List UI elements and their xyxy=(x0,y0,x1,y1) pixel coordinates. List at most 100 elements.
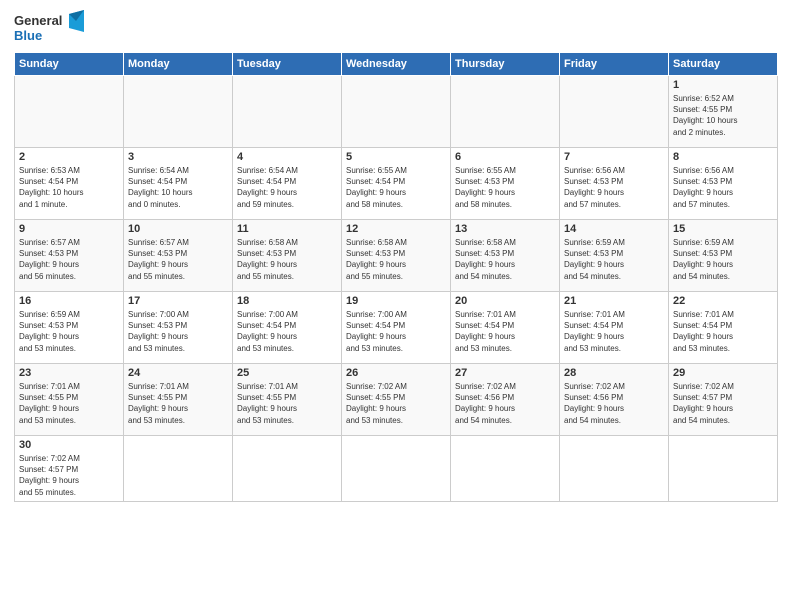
day-number: 13 xyxy=(455,223,555,235)
calendar-cell xyxy=(342,436,451,502)
calendar-cell xyxy=(124,76,233,148)
calendar-cell: 29 Sunrise: 7:02 AM Sunset: 4:57 PM Dayli… xyxy=(669,364,778,436)
day-number: 8 xyxy=(673,151,773,163)
day-number: 21 xyxy=(564,295,664,307)
weekday-header-saturday: Saturday xyxy=(669,53,778,76)
calendar-week-row: 9 Sunrise: 6:57 AM Sunset: 4:53 PM Daylig… xyxy=(15,220,778,292)
calendar-cell: 23 Sunrise: 7:01 AM Sunset: 4:55 PM Dayli… xyxy=(15,364,124,436)
calendar-cell xyxy=(124,436,233,502)
calendar-week-row: 2Sunrise: 6:53 AM Sunset: 4:54 PM Daylig… xyxy=(15,148,778,220)
calendar-cell xyxy=(342,76,451,148)
calendar-cell: 11 Sunrise: 6:58 AM Sunset: 4:53 PM Dayli… xyxy=(233,220,342,292)
calendar-week-row: 30 Sunrise: 7:02 AM Sunset: 4:57 PM Dayli… xyxy=(15,436,778,502)
calendar-cell: 2Sunrise: 6:53 AM Sunset: 4:54 PM Daylig… xyxy=(15,148,124,220)
day-info: Sunrise: 6:56 AM Sunset: 4:53 PM Dayligh… xyxy=(564,165,664,210)
day-info: Sunrise: 7:01 AM Sunset: 4:54 PM Dayligh… xyxy=(455,309,555,354)
calendar-cell: 3Sunrise: 6:54 AM Sunset: 4:54 PM Daylig… xyxy=(124,148,233,220)
day-number: 16 xyxy=(19,295,119,307)
day-number: 28 xyxy=(564,367,664,379)
calendar-cell: 24Sunrise: 7:01 AM Sunset: 4:55 PM Dayli… xyxy=(124,364,233,436)
day-info: Sunrise: 7:00 AM Sunset: 4:53 PM Dayligh… xyxy=(128,309,228,354)
day-info: Sunrise: 7:01 AM Sunset: 4:54 PM Dayligh… xyxy=(564,309,664,354)
calendar-cell: 17 Sunrise: 7:00 AM Sunset: 4:53 PM Dayli… xyxy=(124,292,233,364)
day-number: 11 xyxy=(237,223,337,235)
day-number: 25 xyxy=(237,367,337,379)
day-info: Sunrise: 6:58 AM Sunset: 4:53 PM Dayligh… xyxy=(455,237,555,282)
day-number: 26 xyxy=(346,367,446,379)
day-number: 22 xyxy=(673,295,773,307)
calendar-week-row: 23 Sunrise: 7:01 AM Sunset: 4:55 PM Dayli… xyxy=(15,364,778,436)
day-info: Sunrise: 6:57 AM Sunset: 4:53 PM Dayligh… xyxy=(19,237,119,282)
day-info: Sunrise: 6:53 AM Sunset: 4:54 PM Dayligh… xyxy=(19,165,119,210)
calendar-cell: 13 Sunrise: 6:58 AM Sunset: 4:53 PM Dayli… xyxy=(451,220,560,292)
day-number: 4 xyxy=(237,151,337,163)
calendar-cell xyxy=(669,436,778,502)
calendar-cell: 9 Sunrise: 6:57 AM Sunset: 4:53 PM Daylig… xyxy=(15,220,124,292)
day-info: Sunrise: 6:52 AM Sunset: 4:55 PM Dayligh… xyxy=(673,93,773,138)
calendar-cell: 10 Sunrise: 6:57 AM Sunset: 4:53 PM Dayli… xyxy=(124,220,233,292)
day-number: 19 xyxy=(346,295,446,307)
day-number: 7 xyxy=(564,151,664,163)
day-number: 20 xyxy=(455,295,555,307)
calendar-cell: 16 Sunrise: 6:59 AM Sunset: 4:53 PM Dayli… xyxy=(15,292,124,364)
calendar-cell xyxy=(451,436,560,502)
day-info: Sunrise: 7:02 AM Sunset: 4:56 PM Dayligh… xyxy=(564,381,664,426)
calendar-cell xyxy=(451,76,560,148)
generalblue-logo: General Blue xyxy=(14,10,84,48)
calendar-cell: 19 Sunrise: 7:00 AM Sunset: 4:54 PM Dayli… xyxy=(342,292,451,364)
day-number: 29 xyxy=(673,367,773,379)
day-info: Sunrise: 7:02 AM Sunset: 4:57 PM Dayligh… xyxy=(19,453,119,498)
day-number: 30 xyxy=(19,439,119,451)
day-info: Sunrise: 6:57 AM Sunset: 4:53 PM Dayligh… xyxy=(128,237,228,282)
day-info: Sunrise: 7:01 AM Sunset: 4:54 PM Dayligh… xyxy=(673,309,773,354)
day-info: Sunrise: 7:02 AM Sunset: 4:55 PM Dayligh… xyxy=(346,381,446,426)
day-info: Sunrise: 6:58 AM Sunset: 4:53 PM Dayligh… xyxy=(237,237,337,282)
day-info: Sunrise: 7:00 AM Sunset: 4:54 PM Dayligh… xyxy=(237,309,337,354)
day-number: 3 xyxy=(128,151,228,163)
calendar-cell: 28 Sunrise: 7:02 AM Sunset: 4:56 PM Dayli… xyxy=(560,364,669,436)
day-number: 12 xyxy=(346,223,446,235)
day-number: 23 xyxy=(19,367,119,379)
day-info: Sunrise: 6:54 AM Sunset: 4:54 PM Dayligh… xyxy=(237,165,337,210)
calendar-cell: 4 Sunrise: 6:54 AM Sunset: 4:54 PM Daylig… xyxy=(233,148,342,220)
day-number: 1 xyxy=(673,79,773,91)
calendar-cell: 5Sunrise: 6:55 AM Sunset: 4:54 PM Daylig… xyxy=(342,148,451,220)
day-info: Sunrise: 6:59 AM Sunset: 4:53 PM Dayligh… xyxy=(19,309,119,354)
svg-text:Blue: Blue xyxy=(14,28,42,43)
day-info: Sunrise: 6:55 AM Sunset: 4:54 PM Dayligh… xyxy=(346,165,446,210)
calendar-cell xyxy=(233,436,342,502)
calendar-page: General Blue SundayMondayTuesdayWednesda… xyxy=(0,0,792,612)
calendar-cell: 14 Sunrise: 6:59 AM Sunset: 4:53 PM Dayli… xyxy=(560,220,669,292)
day-info: Sunrise: 6:56 AM Sunset: 4:53 PM Dayligh… xyxy=(673,165,773,210)
day-number: 15 xyxy=(673,223,773,235)
day-info: Sunrise: 6:55 AM Sunset: 4:53 PM Dayligh… xyxy=(455,165,555,210)
day-info: Sunrise: 7:01 AM Sunset: 4:55 PM Dayligh… xyxy=(237,381,337,426)
day-number: 10 xyxy=(128,223,228,235)
calendar-cell: 26 Sunrise: 7:02 AM Sunset: 4:55 PM Dayli… xyxy=(342,364,451,436)
weekday-header-monday: Monday xyxy=(124,53,233,76)
calendar-cell: 8 Sunrise: 6:56 AM Sunset: 4:53 PM Daylig… xyxy=(669,148,778,220)
weekday-header-tuesday: Tuesday xyxy=(233,53,342,76)
day-info: Sunrise: 6:59 AM Sunset: 4:53 PM Dayligh… xyxy=(564,237,664,282)
day-info: Sunrise: 7:00 AM Sunset: 4:54 PM Dayligh… xyxy=(346,309,446,354)
calendar-week-row: 1 Sunrise: 6:52 AM Sunset: 4:55 PM Daylig… xyxy=(15,76,778,148)
weekday-header-row: SundayMondayTuesdayWednesdayThursdayFrid… xyxy=(15,53,778,76)
day-number: 17 xyxy=(128,295,228,307)
day-info: Sunrise: 7:01 AM Sunset: 4:55 PM Dayligh… xyxy=(19,381,119,426)
day-number: 9 xyxy=(19,223,119,235)
day-number: 24 xyxy=(128,367,228,379)
day-info: Sunrise: 7:02 AM Sunset: 4:57 PM Dayligh… xyxy=(673,381,773,426)
day-info: Sunrise: 7:02 AM Sunset: 4:56 PM Dayligh… xyxy=(455,381,555,426)
day-info: Sunrise: 6:58 AM Sunset: 4:53 PM Dayligh… xyxy=(346,237,446,282)
calendar-cell: 15Sunrise: 6:59 AM Sunset: 4:53 PM Dayli… xyxy=(669,220,778,292)
calendar-cell: 22 Sunrise: 7:01 AM Sunset: 4:54 PM Dayli… xyxy=(669,292,778,364)
calendar-cell xyxy=(15,76,124,148)
calendar-cell: 21 Sunrise: 7:01 AM Sunset: 4:54 PM Dayli… xyxy=(560,292,669,364)
day-number: 14 xyxy=(564,223,664,235)
day-number: 27 xyxy=(455,367,555,379)
calendar-cell: 25 Sunrise: 7:01 AM Sunset: 4:55 PM Dayli… xyxy=(233,364,342,436)
calendar-cell: 1 Sunrise: 6:52 AM Sunset: 4:55 PM Daylig… xyxy=(669,76,778,148)
calendar-cell: 20 Sunrise: 7:01 AM Sunset: 4:54 PM Dayli… xyxy=(451,292,560,364)
calendar-cell xyxy=(560,436,669,502)
calendar-week-row: 16 Sunrise: 6:59 AM Sunset: 4:53 PM Dayli… xyxy=(15,292,778,364)
